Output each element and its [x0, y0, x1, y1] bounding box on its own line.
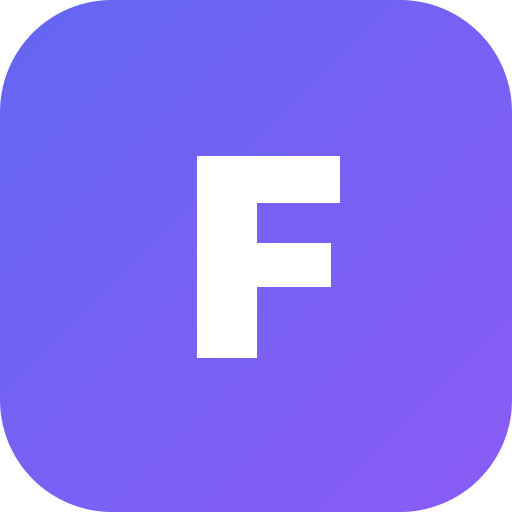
letter-f-glyph: [0, 0, 512, 512]
letter-f-icon: [197, 156, 340, 358]
app-icon: [0, 0, 512, 512]
letter-f-shape: [197, 156, 340, 358]
